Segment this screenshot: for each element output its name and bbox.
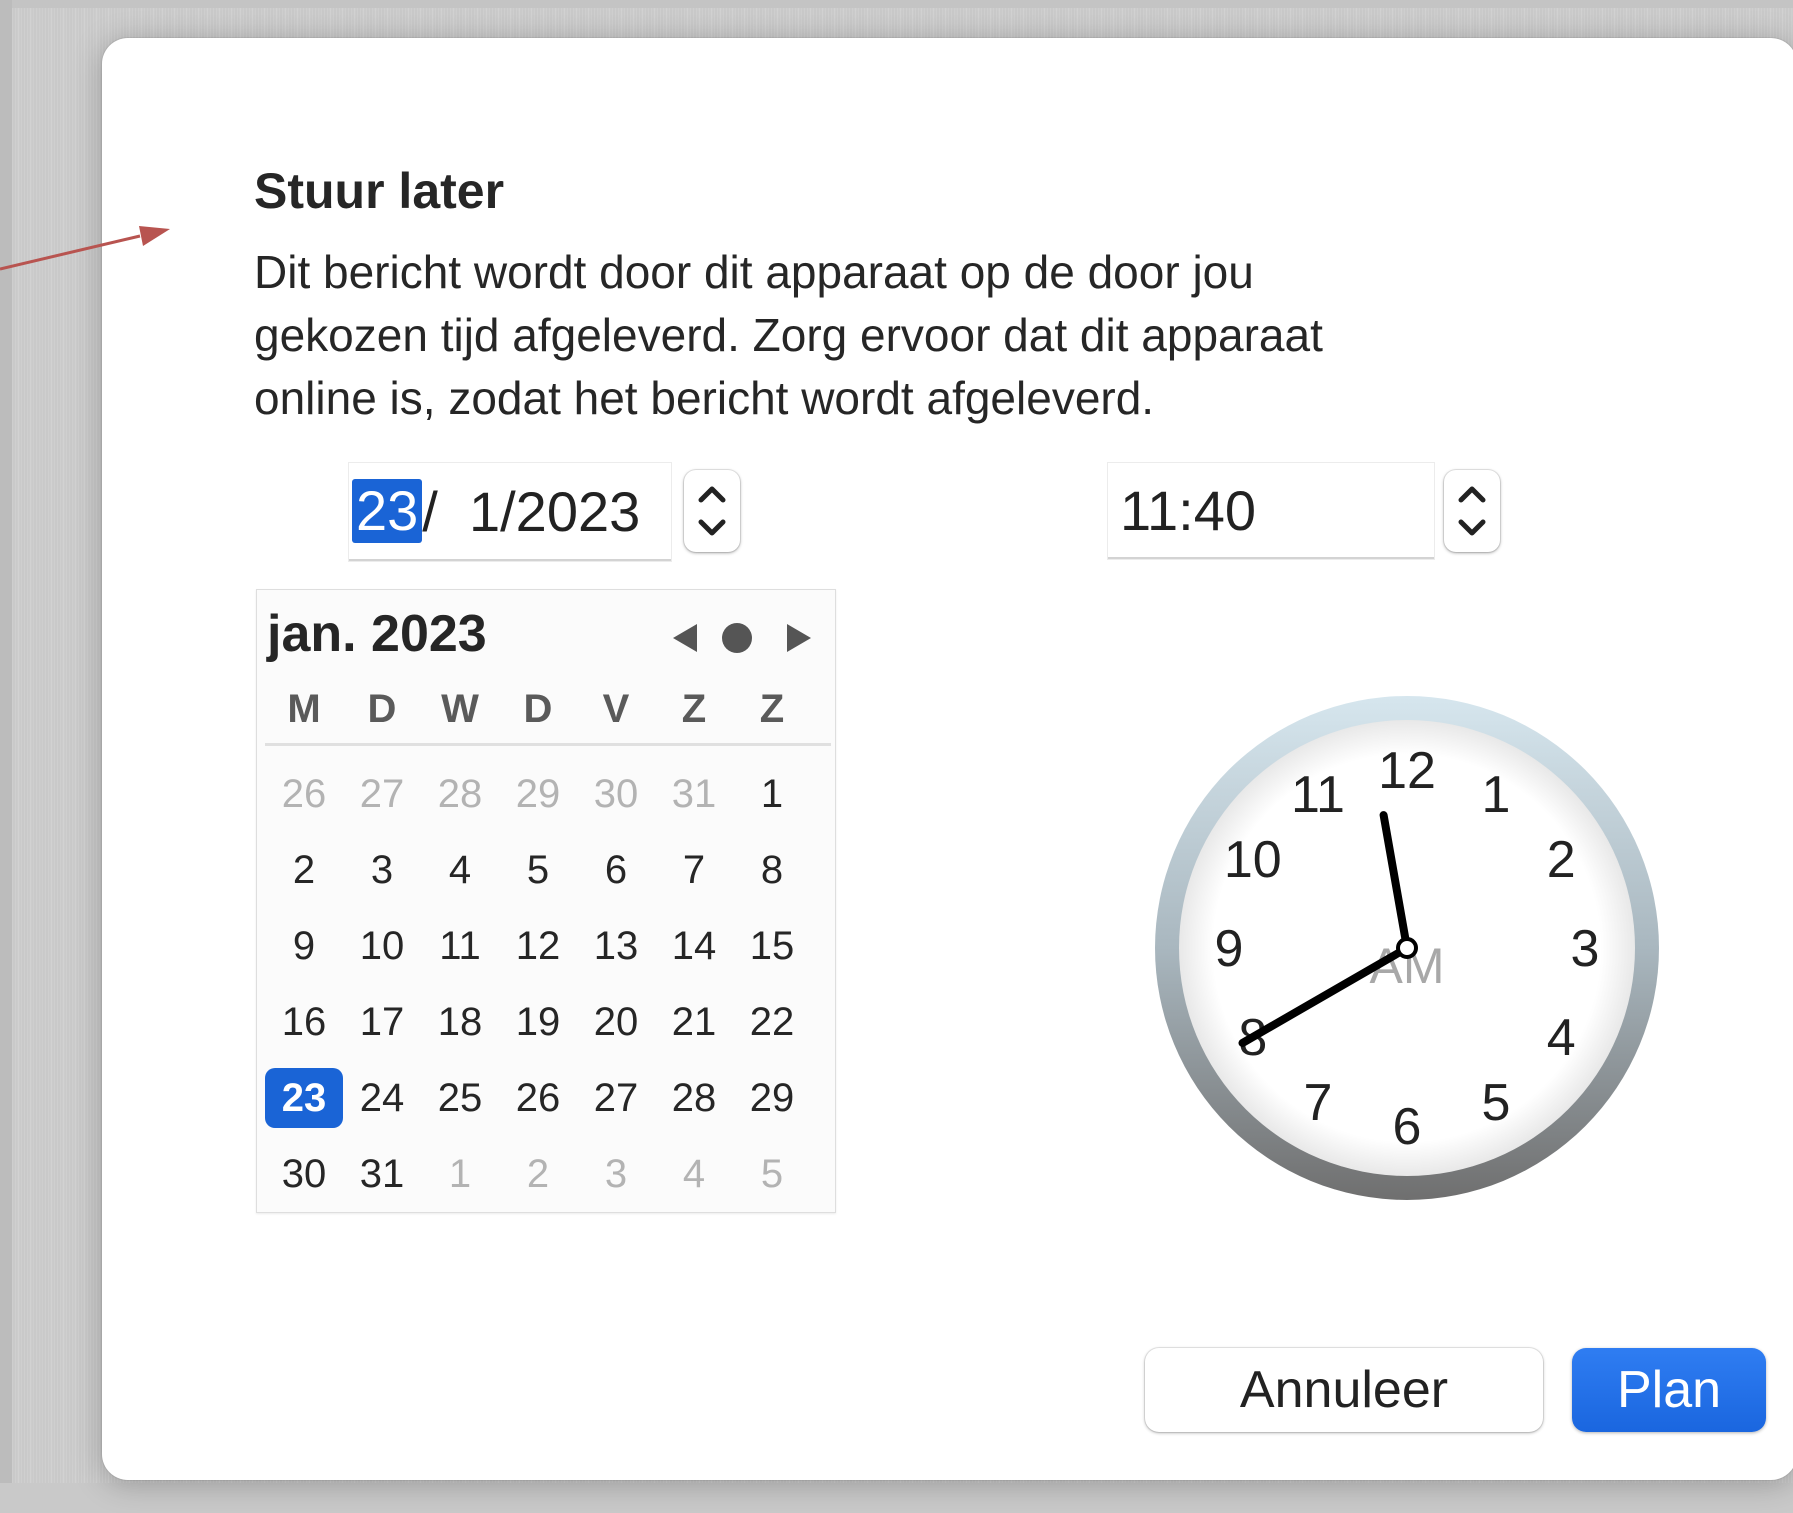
calendar-week-row: 16 17 18 19 20 21 22: [265, 984, 831, 1060]
date-stepper[interactable]: [684, 470, 740, 552]
calendar-day[interactable]: 15: [733, 916, 811, 976]
description-line: gekozen tijd afgeleverd. Zorg ervoor dat…: [254, 309, 1323, 361]
clock-numeral: 2: [1547, 831, 1576, 889]
calendar-day[interactable]: 12: [499, 916, 577, 976]
background-bottom: [0, 1483, 1793, 1513]
annotation-arrow: [0, 226, 170, 271]
calendar-day[interactable]: 14: [655, 916, 733, 976]
calendar-day[interactable]: 22: [733, 992, 811, 1052]
calendar-day[interactable]: 2: [499, 1144, 577, 1204]
calendar-week-row: 30 31 1 2 3 4 5: [265, 1136, 831, 1212]
calendar-day[interactable]: 11: [421, 916, 499, 976]
dialog-description: Dit bericht wordt door dit apparaat op d…: [254, 241, 1554, 430]
description-line: online is, zodat het bericht wordt afgel…: [254, 372, 1155, 424]
time-value[interactable]: 11:40: [1120, 478, 1256, 543]
calendar-week-row: 9 10 11 12 13 14 15: [265, 908, 831, 984]
calendar-week-row: 26 27 28 29 30 31 1: [265, 756, 831, 832]
calendar-day[interactable]: 27: [577, 1068, 655, 1128]
calendar-week-row: 2345678: [265, 832, 831, 908]
calendar-day[interactable]: 26: [499, 1068, 577, 1128]
date-day-segment[interactable]: 23: [352, 479, 423, 543]
clock-numeral: 11: [1291, 766, 1345, 824]
calendar-week-row: 23 24 25 26 27 28 29: [265, 1060, 831, 1136]
calendar-day[interactable]: 3: [343, 840, 421, 900]
today-dot-icon[interactable]: [719, 620, 755, 656]
schedule-send-dialog: Stuur later Dit bericht wordt door dit a…: [102, 38, 1793, 1480]
calendar-day[interactable]: 10: [343, 916, 421, 976]
calendar-day[interactable]: 17: [343, 992, 421, 1052]
calendar-day[interactable]: 6: [577, 840, 655, 900]
chevron-left-icon[interactable]: [667, 620, 701, 656]
calendar-day[interactable]: 30: [577, 764, 655, 824]
clock-numeral: 3: [1571, 920, 1600, 978]
calendar-day[interactable]: 4: [421, 840, 499, 900]
dialog-title: Stuur later: [254, 163, 505, 219]
date-month-year-segment[interactable]: / 1/2023: [422, 479, 640, 544]
calendar-day[interactable]: 31: [343, 1144, 421, 1204]
calendar-day[interactable]: 5: [733, 1144, 811, 1204]
clock-numeral: 1: [1482, 766, 1511, 824]
calendar-day[interactable]: 25: [421, 1068, 499, 1128]
calendar-day[interactable]: 24: [343, 1068, 421, 1128]
calendar-day[interactable]: 3: [577, 1144, 655, 1204]
calendar-day-selected[interactable]: 23: [265, 1068, 343, 1128]
chevron-down-icon[interactable]: [1458, 519, 1486, 536]
weekday-label: Z: [759, 687, 785, 731]
calendar-day[interactable]: 21: [655, 992, 733, 1052]
calendar-day[interactable]: 28: [655, 1068, 733, 1128]
plan-button[interactable]: Plan: [1572, 1348, 1766, 1432]
calendar-day[interactable]: 20: [577, 992, 655, 1052]
clock-center-pin: [1396, 937, 1418, 959]
chevron-right-icon[interactable]: [783, 620, 817, 656]
chevron-down-icon[interactable]: [698, 519, 726, 536]
clock-numeral: 7: [1304, 1074, 1333, 1132]
calendar: jan. 2023 M D W D V Z Z 26 27 28 29 30 31 1 2 3 4…: [256, 589, 836, 1213]
weekday-label: M: [287, 687, 321, 731]
clock-numeral: 9: [1215, 920, 1244, 978]
calendar-day[interactable]: 26: [265, 764, 343, 824]
weekday-header: M D W D V Z Z: [265, 687, 831, 732]
calendar-day[interactable]: 2: [265, 840, 343, 900]
calendar-day[interactable]: 1: [733, 764, 811, 824]
weekday-label: D: [367, 687, 397, 731]
chevron-up-icon[interactable]: [1458, 486, 1486, 503]
time-stepper[interactable]: [1444, 470, 1500, 552]
date-field[interactable]: 23/ 1/2023: [349, 463, 671, 561]
calendar-day[interactable]: 29: [499, 764, 577, 824]
clock-numeral: 5: [1482, 1074, 1511, 1132]
calendar-day[interactable]: 1: [421, 1144, 499, 1204]
description-line: Dit bericht wordt door dit apparaat op d…: [254, 246, 1254, 298]
weekday-label: Z: [681, 687, 707, 731]
cancel-button[interactable]: Annuleer: [1145, 1348, 1543, 1432]
time-field[interactable]: 11:40: [1108, 463, 1434, 559]
weekday-label: V: [602, 687, 630, 731]
clock-numeral: 12: [1378, 742, 1436, 800]
calendar-day[interactable]: 30: [265, 1144, 343, 1204]
background-top: [0, 0, 1793, 8]
calendar-day[interactable]: 27: [343, 764, 421, 824]
calendar-divider: [265, 743, 831, 746]
weekday-label: D: [523, 687, 553, 731]
calendar-day[interactable]: 28: [421, 764, 499, 824]
calendar-day[interactable]: 13: [577, 916, 655, 976]
calendar-day[interactable]: 18: [421, 992, 499, 1052]
calendar-month-label: jan. 2023: [267, 605, 487, 663]
chevron-up-icon[interactable]: [698, 486, 726, 503]
weekday-label: W: [441, 687, 479, 731]
clock-numeral: 6: [1393, 1098, 1422, 1156]
calendar-day[interactable]: 16: [265, 992, 343, 1052]
calendar-day[interactable]: 9: [265, 916, 343, 976]
analog-clock[interactable]: 121234567891011 AM: [1152, 693, 1662, 1203]
clock-numeral: 10: [1224, 831, 1282, 889]
clock-numeral: 4: [1547, 1009, 1576, 1067]
calendar-day[interactable]: 7: [655, 840, 733, 900]
calendar-day[interactable]: 8: [733, 840, 811, 900]
calendar-day[interactable]: 29: [733, 1068, 811, 1128]
calendar-grid: 26 27 28 29 30 31 1 2 3 4 5 6 7 8 9 10 11 12 13 14 15 16 17 18 1…: [265, 756, 831, 1212]
calendar-day[interactable]: 5: [499, 840, 577, 900]
calendar-day[interactable]: 4: [655, 1144, 733, 1204]
calendar-day[interactable]: 19: [499, 992, 577, 1052]
calendar-day[interactable]: 31: [655, 764, 733, 824]
